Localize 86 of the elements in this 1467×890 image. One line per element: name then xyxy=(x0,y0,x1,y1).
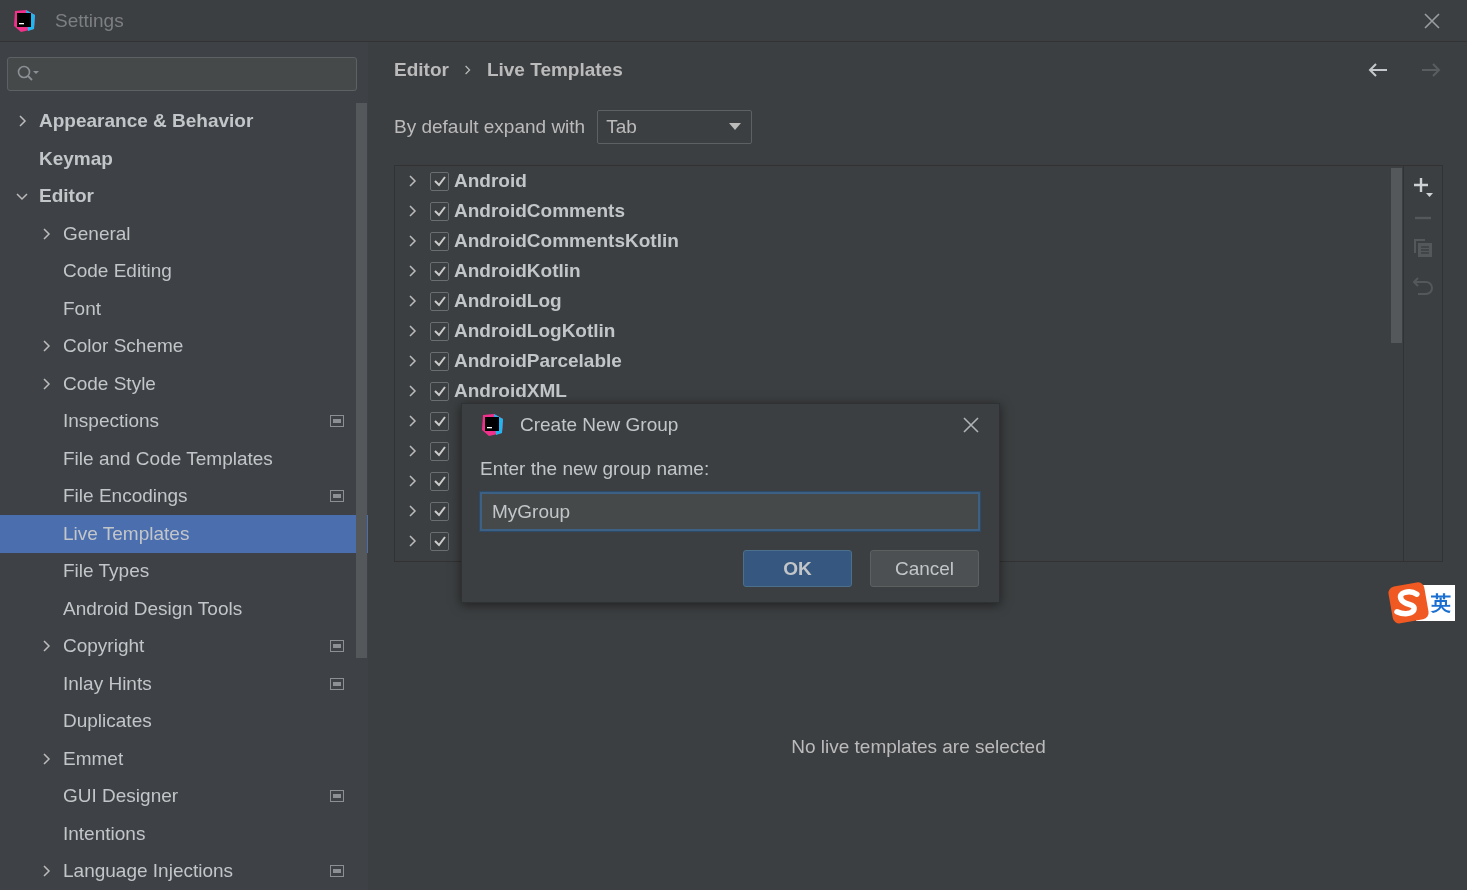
template-group-name: AndroidLog xyxy=(454,290,562,312)
chevron-right-icon[interactable] xyxy=(40,377,52,390)
checkbox[interactable] xyxy=(430,291,449,311)
chevron-right-icon[interactable] xyxy=(406,445,418,457)
checkbox[interactable] xyxy=(430,531,449,551)
chevron-right-icon[interactable] xyxy=(406,385,418,397)
checkbox[interactable] xyxy=(430,321,449,341)
sidebar-item[interactable]: Duplicates xyxy=(0,702,368,740)
app-logo-icon xyxy=(480,413,504,437)
sidebar-item[interactable]: File Encodings xyxy=(0,477,368,515)
chevron-right-icon[interactable] xyxy=(406,175,418,187)
chevron-right-icon[interactable] xyxy=(40,865,52,878)
checkbox[interactable] xyxy=(430,501,449,521)
expand-with-label: By default expand with xyxy=(394,116,586,138)
sidebar-item[interactable]: Language Injections xyxy=(0,852,368,890)
cancel-button[interactable]: Cancel xyxy=(870,550,979,587)
checkbox[interactable] xyxy=(430,171,449,191)
sidebar-item[interactable]: File Types xyxy=(0,552,368,590)
sidebar-item[interactable]: Intentions xyxy=(0,815,368,853)
checkbox[interactable] xyxy=(430,411,449,431)
close-icon[interactable] xyxy=(1424,12,1440,29)
sidebar-item[interactable]: General xyxy=(0,215,368,253)
sidebar-item[interactable]: File and Code Templates xyxy=(0,440,368,478)
search-icon xyxy=(16,64,40,83)
checkbox[interactable] xyxy=(430,231,449,251)
sidebar-item[interactable]: Inspections xyxy=(0,402,368,440)
sidebar-item[interactable]: GUI Designer xyxy=(0,777,368,815)
app-logo-icon xyxy=(12,8,36,33)
checkbox[interactable] xyxy=(430,381,449,401)
chevron-right-icon[interactable] xyxy=(406,415,418,427)
sidebar-item[interactable]: Appearance & Behavior xyxy=(0,102,368,140)
template-group-name: Android xyxy=(454,170,527,192)
scrollbar[interactable] xyxy=(356,102,367,658)
chevron-right-icon xyxy=(463,65,472,75)
sidebar-item[interactable]: Emmet xyxy=(0,740,368,778)
template-group-name: AndroidParcelable xyxy=(454,350,622,372)
chevron-right-icon[interactable] xyxy=(40,752,52,765)
add-icon[interactable] xyxy=(1412,176,1434,198)
checkbox[interactable] xyxy=(430,471,449,491)
close-icon[interactable] xyxy=(963,417,979,433)
template-group-name: AndroidComments xyxy=(454,200,625,222)
empty-message: No live templates are selected xyxy=(790,736,1047,758)
search-field[interactable] xyxy=(7,57,357,91)
chevron-right-icon[interactable] xyxy=(40,640,52,653)
ok-button[interactable]: OK xyxy=(743,550,852,587)
chevron-down-icon[interactable] xyxy=(16,190,28,203)
chevron-right-icon[interactable] xyxy=(406,205,418,217)
chevron-right-icon[interactable] xyxy=(406,295,418,307)
breadcrumb-item[interactable]: Editor xyxy=(394,59,449,81)
sidebar-item[interactable]: Color Scheme xyxy=(0,327,368,365)
dialog-title: Create New Group xyxy=(520,414,679,436)
template-group-name: AndroidLogKotlin xyxy=(454,320,616,342)
template-group-name: AndroidXML xyxy=(454,380,567,402)
sidebar-item[interactable]: Inlay Hints xyxy=(0,665,368,703)
chevron-right-icon[interactable] xyxy=(406,505,418,517)
chevron-right-icon[interactable] xyxy=(406,235,418,247)
breadcrumb-item[interactable]: Live Templates xyxy=(486,59,623,81)
expand-key-dropdown[interactable]: Tab xyxy=(597,110,753,144)
sidebar-item[interactable]: Copyright xyxy=(0,627,368,665)
chevron-right-icon[interactable] xyxy=(40,340,52,353)
checkbox[interactable] xyxy=(430,261,449,281)
sidebar-item[interactable]: Android Design Tools xyxy=(0,590,368,628)
group-name-field[interactable]: MyGroup xyxy=(480,492,980,531)
sidebar-item[interactable]: Code Editing xyxy=(0,252,368,290)
chevron-right-icon[interactable] xyxy=(406,355,418,367)
template-group-name: AndroidKotlin xyxy=(454,260,581,282)
sidebar-item[interactable]: Keymap xyxy=(0,140,368,178)
template-group-name: AndroidCommentsKotlin xyxy=(454,230,679,252)
dropdown-caret-icon xyxy=(729,123,742,131)
chevron-right-icon[interactable] xyxy=(406,265,418,277)
scrollbar[interactable] xyxy=(1391,168,1402,343)
sidebar-item[interactable]: Font xyxy=(0,290,368,328)
chevron-right-icon[interactable] xyxy=(406,325,418,337)
chevron-right-icon[interactable] xyxy=(16,115,28,128)
checkbox[interactable] xyxy=(430,441,449,461)
chevron-right-icon[interactable] xyxy=(406,475,418,487)
sidebar-item[interactable]: Editor xyxy=(0,177,368,215)
chevron-right-icon[interactable] xyxy=(40,227,52,240)
checkbox[interactable] xyxy=(430,201,449,221)
back-arrow-icon[interactable] xyxy=(1368,62,1388,78)
sidebar-item[interactable]: Code Style xyxy=(0,365,368,403)
ime-indicator[interactable]: 英 xyxy=(1386,581,1467,625)
chevron-right-icon[interactable] xyxy=(406,535,418,547)
checkbox[interactable] xyxy=(430,351,449,371)
prompt-label: Enter the new group name: xyxy=(480,458,711,480)
window-title: Settings xyxy=(55,9,124,32)
